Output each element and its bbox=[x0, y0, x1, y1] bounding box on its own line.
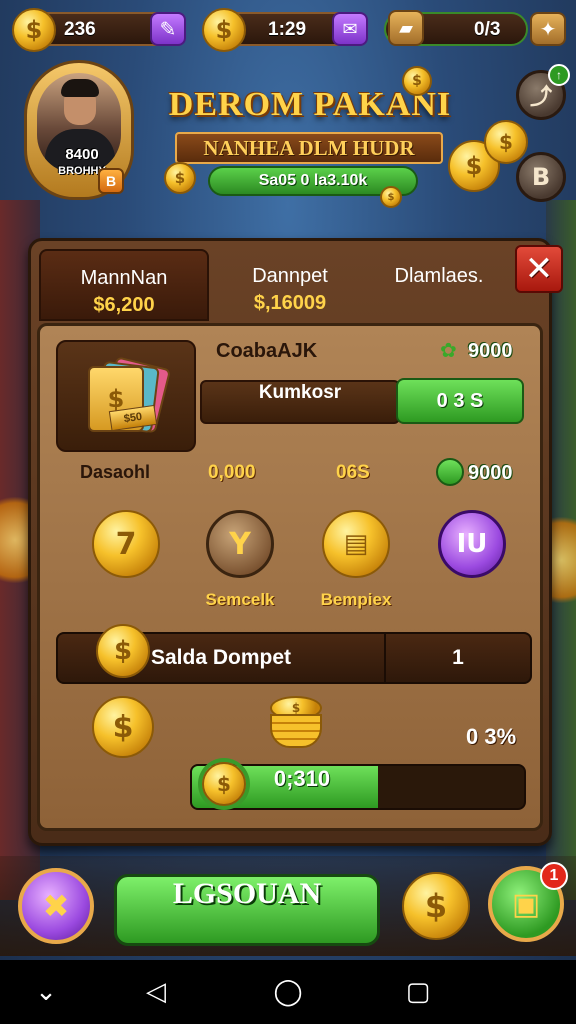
tools-icon: ✖ bbox=[42, 887, 70, 925]
amount-field[interactable]: Kumkosr bbox=[200, 380, 400, 424]
gold-bar-icon: ▰ bbox=[388, 10, 424, 46]
coin-pile-icon[interactable]: ▤ bbox=[322, 510, 390, 578]
coin-stack-icon: $ bbox=[484, 120, 528, 164]
stats-reward: 9000 bbox=[468, 462, 513, 484]
tab-dannpet[interactable]: Dannpet $,16009 bbox=[215, 249, 365, 321]
progress-percent: 0 3% bbox=[466, 724, 517, 749]
stats-value1: 0,000 bbox=[208, 462, 256, 483]
box-icon: ▣ bbox=[511, 886, 541, 922]
flying-coin-icon: $ bbox=[402, 66, 432, 96]
panel-content: $ $50 CoabaAJK ✿ 9000 Kumkosr 0 3 S Dasa… bbox=[37, 323, 543, 831]
clover-icon: ✿ bbox=[440, 338, 457, 362]
tab-label: MannNan bbox=[80, 267, 168, 289]
chevron-down-icon[interactable]: ⌄ bbox=[16, 972, 76, 1012]
stats-label: Dasaohl bbox=[80, 462, 151, 482]
wallet-panel: MannNan $6,200 Dannpet $,16009 Dlamlaes.… bbox=[28, 238, 563, 846]
progress-coin-icon: $ bbox=[202, 762, 246, 806]
icon-caption-semcelk: Semcelk bbox=[205, 590, 275, 609]
tab-value: $6,200 bbox=[93, 294, 155, 316]
icon-caption-bempiex: Bempiex bbox=[320, 590, 392, 609]
tab-value: $,16009 bbox=[253, 292, 327, 314]
cash-stack-icon: $ $50 bbox=[80, 356, 172, 434]
lucky-seven-icon[interactable]: 7 bbox=[92, 510, 160, 578]
cash-card-image: $ $50 bbox=[56, 340, 196, 452]
avatar-level-text: 8400 bbox=[65, 146, 99, 163]
system-navbar: ⌄ ◁ ◯ ▢ bbox=[0, 960, 576, 1024]
shop-coin-button[interactable]: $ bbox=[402, 872, 470, 940]
coins-value: 236 bbox=[64, 19, 96, 40]
play-button[interactable]: LGSOUAN bbox=[114, 874, 380, 946]
b-button[interactable]: B bbox=[516, 152, 566, 202]
stats-value2: 06S bbox=[336, 462, 370, 483]
tab-label: Dannpet bbox=[252, 265, 328, 287]
tab-dlamlaes[interactable]: Dlamlaes. bbox=[369, 249, 509, 321]
tab-mannnan[interactable]: MannNan $6,200 bbox=[39, 249, 209, 321]
close-button[interactable]: ✕ bbox=[515, 245, 563, 293]
confirm-button[interactable]: 0 3 S bbox=[396, 378, 524, 424]
back-icon[interactable]: ◁ bbox=[126, 972, 186, 1012]
cash-card-reward: 9000 bbox=[468, 340, 513, 362]
hammer-icon[interactable]: ✦ bbox=[530, 12, 566, 46]
recents-icon[interactable]: ▢ bbox=[388, 972, 448, 1012]
wallet-icon[interactable]: Y bbox=[206, 510, 274, 578]
coin-stack-icon: $ bbox=[270, 696, 322, 750]
gem-icon bbox=[436, 458, 464, 486]
tools-button[interactable]: ✖ bbox=[18, 868, 94, 944]
background-lamp-left bbox=[0, 480, 30, 600]
balance-coin-icon: $ bbox=[92, 696, 154, 758]
cash-card-name: CoabaAJK bbox=[216, 340, 318, 362]
tab-label: Dlamlaes. bbox=[394, 265, 484, 287]
tiny-coin-icon: $ bbox=[380, 186, 402, 208]
small-coin-icon: $ bbox=[164, 162, 196, 194]
game-subtitle: NANHEA DLM HUDR bbox=[175, 132, 443, 164]
ticket-icon[interactable]: ✉ bbox=[332, 12, 368, 46]
share-icon: ⤴ bbox=[529, 85, 552, 110]
edit-icon[interactable]: ✎ bbox=[150, 12, 186, 46]
progress-counter-value: 0/3 bbox=[474, 19, 501, 40]
saldo-coin-icon: $ bbox=[96, 624, 150, 678]
coins2-value: 1:29 bbox=[268, 19, 307, 40]
avatar-hair bbox=[61, 79, 99, 97]
avatar-badge: B bbox=[98, 168, 124, 194]
coin2-icon: $ bbox=[202, 8, 246, 52]
close-icon: ✕ bbox=[524, 249, 554, 289]
home-icon[interactable]: ◯ bbox=[258, 972, 318, 1012]
share-badge-icon: ↑ bbox=[548, 64, 570, 86]
b-button-label: B bbox=[531, 163, 551, 191]
notification-badge: 1 bbox=[540, 862, 568, 890]
purple-token-icon[interactable]: IU bbox=[438, 510, 506, 578]
coin-icon: $ bbox=[12, 8, 56, 52]
tab-bar: MannNan $6,200 Dannpet $,16009 Dlamlaes.… bbox=[39, 245, 563, 321]
saldo-count: 1 bbox=[452, 646, 464, 669]
